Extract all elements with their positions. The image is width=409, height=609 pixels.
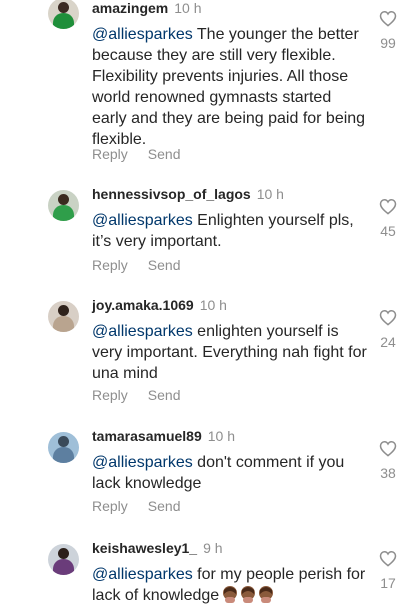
comment-username[interactable]: amazingem bbox=[92, 0, 168, 16]
avatar[interactable] bbox=[48, 432, 79, 463]
mention-link[interactable]: @alliesparkes bbox=[92, 212, 193, 229]
mention-link[interactable]: @alliesparkes bbox=[92, 323, 193, 340]
avatar[interactable] bbox=[48, 301, 79, 332]
heart-icon[interactable] bbox=[379, 10, 397, 27]
like-count: 24 bbox=[380, 334, 396, 350]
mention-link[interactable]: @alliesparkes bbox=[92, 566, 193, 583]
comment-username[interactable]: keishawesley1_ bbox=[92, 540, 197, 556]
heart-icon[interactable] bbox=[379, 440, 397, 457]
comment-body: The younger the better because they are … bbox=[92, 26, 366, 148]
comment-username[interactable]: tamarasamuel89 bbox=[92, 428, 202, 444]
like-count: 45 bbox=[380, 223, 396, 239]
send-button[interactable]: Send bbox=[148, 387, 181, 403]
comment-text: @alliesparkes Enlighten yourself pls, it… bbox=[92, 210, 370, 252]
comment-time: 10 h bbox=[207, 428, 235, 444]
reply-button[interactable]: Reply bbox=[92, 257, 128, 273]
heart-icon[interactable] bbox=[379, 198, 397, 215]
comment-text: @alliesparkes don't comment if you lack … bbox=[92, 452, 370, 494]
comment-time: 10 h bbox=[174, 0, 202, 16]
send-button[interactable]: Send bbox=[148, 257, 181, 273]
avatar[interactable] bbox=[48, 544, 79, 575]
reply-button[interactable]: Reply bbox=[92, 498, 128, 514]
comment-text: @alliesparkes The younger the better bec… bbox=[92, 24, 370, 150]
comment-time: 9 h bbox=[203, 540, 223, 556]
like-count: 38 bbox=[380, 465, 396, 481]
woman-facepalming-emoji bbox=[221, 585, 275, 609]
send-button[interactable]: Send bbox=[148, 498, 181, 514]
avatar[interactable] bbox=[48, 190, 79, 221]
comment-time: 10 h bbox=[199, 297, 227, 313]
comment-username[interactable]: hennessivsop_of_lagos bbox=[92, 186, 251, 202]
comment-time: 10 h bbox=[256, 186, 284, 202]
like-count: 17 bbox=[380, 575, 396, 591]
heart-icon[interactable] bbox=[379, 550, 397, 567]
reply-button[interactable]: Reply bbox=[92, 387, 128, 403]
like-count: 99 bbox=[380, 35, 396, 51]
reply-button[interactable]: Reply bbox=[92, 146, 128, 162]
comment-username[interactable]: joy.amaka.1069 bbox=[92, 297, 194, 313]
send-button[interactable]: Send bbox=[148, 146, 181, 162]
avatar[interactable] bbox=[48, 0, 79, 29]
comment-text: @alliesparkes for my people perish for l… bbox=[92, 564, 370, 609]
comment-text: @alliesparkes enlighten yourself is very… bbox=[92, 321, 370, 384]
heart-icon[interactable] bbox=[379, 309, 397, 326]
mention-link[interactable]: @alliesparkes bbox=[92, 26, 193, 43]
mention-link[interactable]: @alliesparkes bbox=[92, 454, 193, 471]
